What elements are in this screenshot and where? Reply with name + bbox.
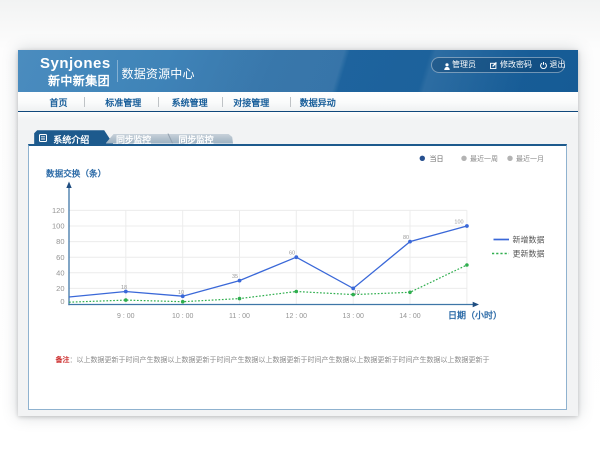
svg-text:80: 80 — [403, 235, 409, 241]
svg-text:数据交换（条）: 数据交换（条） — [46, 167, 106, 178]
svg-text:100: 100 — [52, 222, 65, 231]
svg-text:最近一周: 最近一周 — [470, 154, 498, 163]
svg-text:最近一月: 最近一月 — [516, 154, 544, 163]
svg-text:10: 10 — [178, 290, 184, 296]
svg-text:100: 100 — [454, 220, 463, 226]
svg-text:9 : 00: 9 : 00 — [117, 313, 135, 320]
svg-text:10: 10 — [354, 290, 360, 296]
svg-text:120: 120 — [52, 206, 65, 215]
svg-text:更新数据: 更新数据 — [513, 248, 545, 258]
svg-text:12 : 00: 12 : 00 — [286, 313, 308, 320]
svg-text:18: 18 — [121, 285, 127, 291]
svg-text:80: 80 — [56, 237, 64, 246]
svg-text:20: 20 — [56, 284, 64, 293]
svg-text:新增数据: 新增数据 — [513, 234, 545, 244]
svg-text:13 : 00: 13 : 00 — [342, 313, 364, 320]
svg-text:0: 0 — [60, 297, 64, 306]
svg-text:35: 35 — [232, 274, 238, 280]
svg-text:40: 40 — [56, 268, 64, 277]
svg-text:60: 60 — [289, 251, 295, 257]
svg-text:日期（小时）: 日期（小时） — [448, 310, 502, 321]
svg-text:当日: 当日 — [430, 154, 444, 163]
svg-text:60: 60 — [56, 253, 64, 262]
svg-text:14 : 00: 14 : 00 — [399, 313, 421, 320]
svg-text:11 : 00: 11 : 00 — [229, 313, 250, 320]
svg-text:10 : 00: 10 : 00 — [172, 313, 194, 320]
